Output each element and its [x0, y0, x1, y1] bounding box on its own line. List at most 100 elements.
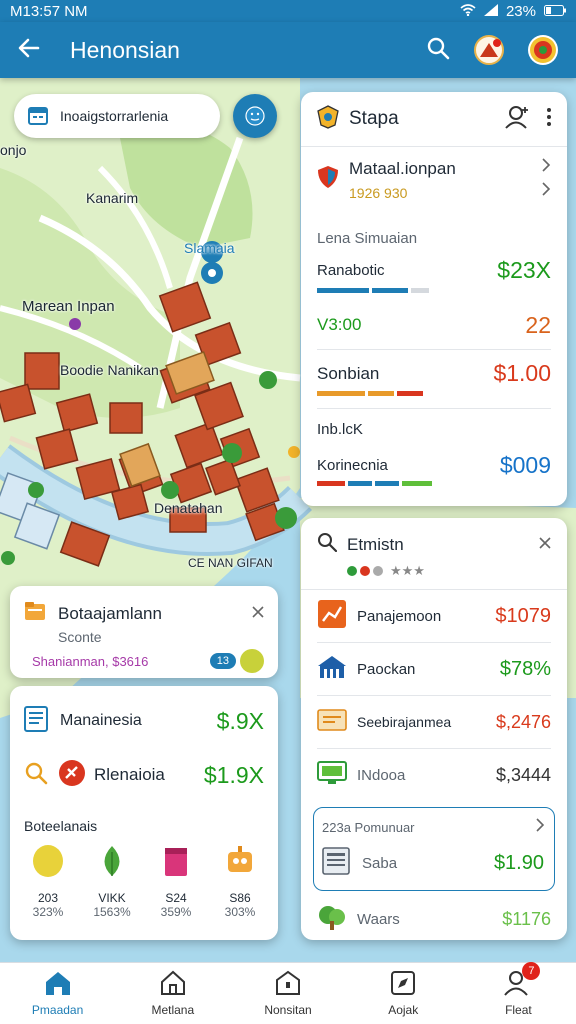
status-bar: M13:57 NM 23% [0, 0, 576, 22]
stapa-row-label: Sonbian [317, 363, 380, 383]
compass-icon [390, 970, 416, 999]
nav-metlana[interactable]: Metlana [115, 963, 230, 1024]
leaf-icon [95, 844, 129, 883]
document-icon [24, 705, 48, 737]
box-icon [159, 844, 193, 883]
etmistn-item-label: Paockan [357, 660, 416, 678]
map-label: Denatahan [154, 500, 223, 516]
highlighted-item-label: Saba [362, 855, 398, 872]
stapa-row-value: 22 [525, 311, 551, 338]
settings-flower-icon[interactable] [528, 35, 558, 65]
map-label: Slamaia [184, 240, 235, 256]
chart-icon [317, 599, 347, 634]
stat-value: 323% [32, 905, 64, 919]
map-search-field[interactable]: Inoaigstorrarlenia [14, 94, 220, 138]
etmistn-item[interactable]: Seebirajanmea $,2476 [301, 696, 567, 748]
highlighted-item[interactable]: 223a Pomunuar Saba $1.90 [313, 807, 555, 891]
stat-value: 359% [160, 905, 192, 919]
nav-label: Fleat [505, 1003, 532, 1017]
stat-tile[interactable]: S24 359% [148, 844, 204, 919]
search-icon[interactable] [426, 36, 450, 65]
stapa-row[interactable]: Ranabotic $23X [301, 247, 567, 293]
etmistn-item-label: Seebirajanmea [357, 714, 452, 730]
etmistn-item[interactable]: INdooa $,3444 [301, 749, 567, 801]
etmistn-item[interactable]: Waars $1176 [301, 891, 567, 936]
stapa-card-title: Stapa [349, 108, 399, 129]
stapa-item[interactable]: Mataal.ionpan 1926 930 [301, 147, 567, 202]
map-label: onjo [0, 142, 27, 158]
nav-fleat[interactable]: 7 Fleat [461, 962, 576, 1024]
etmistn-item-value: $,3444 [495, 764, 551, 785]
search-icon[interactable] [317, 532, 338, 557]
summary-row-label: Manainesia [60, 712, 142, 729]
summary-row-value: $.9X [216, 707, 264, 734]
wifi-icon [460, 3, 476, 20]
count-badge: 13 [209, 653, 236, 669]
chevron-right-icon[interactable] [541, 157, 551, 202]
more-options-icon[interactable] [547, 107, 551, 131]
stapa-section-title: Lena Simuaian [317, 230, 418, 247]
nav-label: Metlana [151, 1003, 195, 1017]
chevron-right-icon[interactable] [536, 818, 545, 837]
nav-home[interactable]: Pmaadan [0, 963, 115, 1024]
house-outline-icon [160, 970, 186, 999]
stapa-item-title: Mataal.ionpan [349, 158, 456, 178]
shield-icon [317, 165, 339, 194]
ticket-icon [317, 708, 347, 736]
monitor-icon [317, 760, 347, 790]
stapa-row-label: V3:00 [317, 315, 362, 334]
stapa-row-label: Ranabotic [317, 262, 385, 279]
map-search-text: Inoaigstorrarlenia [60, 108, 169, 124]
map-label: Kanarim [86, 190, 139, 206]
info-card-link[interactable]: Shanianman, $3616 [32, 654, 148, 669]
profile-badge-icon[interactable] [474, 35, 504, 65]
highlighted-item-title: 223a Pomunuar [322, 820, 415, 835]
etmistn-item-label: Panajemoon [357, 607, 442, 625]
etmistn-item-label: Waars [357, 911, 400, 928]
stapa-card: Stapa Mataal.ionpan 1926 930 Lena Simuai… [301, 92, 567, 506]
battery-level: 23% [505, 2, 536, 20]
summary-row[interactable]: Rlenaioia $1.9X [10, 740, 278, 796]
stapa-row[interactable]: V3:00 22 [301, 293, 567, 341]
home-icon [44, 970, 72, 999]
stapa-row[interactable]: Korinecnia $009 [301, 438, 567, 486]
badge-logo-icon [317, 104, 339, 134]
stapa-row[interactable]: Sonbian $1.00 [301, 350, 567, 396]
battery-icon [544, 3, 566, 20]
map-label: CE NAN GIFAN [188, 556, 273, 570]
bottom-nav: Pmaadan Metlana Nonsitan Aojak 7 Fleat [0, 962, 576, 1024]
add-user-icon[interactable] [505, 105, 531, 134]
stat-tile[interactable]: VIKK 1563% [84, 844, 140, 919]
stat-label: S86 [229, 891, 251, 905]
close-icon[interactable] [252, 605, 264, 623]
etmistn-item-value: $78% [499, 657, 551, 680]
highlighted-item-value: $1.90 [493, 852, 544, 874]
etmistn-item-value: $,2476 [495, 711, 551, 732]
status-dot-icon [240, 649, 264, 673]
stapa-row-label: Inb.lcK [317, 421, 363, 438]
stat-value: 1563% [93, 905, 131, 919]
stat-value: 303% [224, 905, 256, 919]
calendar-icon [28, 105, 48, 128]
nav-nonsitan[interactable]: Nonsitan [230, 963, 345, 1024]
summary-row-value: $1.9X [203, 761, 264, 788]
lemon-icon [31, 844, 65, 883]
stapa-row-value: $23X [497, 257, 551, 283]
back-arrow-icon[interactable] [18, 38, 40, 63]
stat-tile[interactable]: 203 323% [20, 844, 76, 919]
info-card[interactable]: Botaajamlann Sconte Shanianman, $3616 13 [10, 586, 278, 678]
map-label: Marean Inpan [22, 298, 115, 315]
notification-badge: 7 [522, 962, 541, 980]
building-icon [275, 970, 301, 999]
locate-button[interactable] [233, 94, 277, 138]
etmistn-item[interactable]: Panajemoon $1079 [301, 590, 567, 642]
summary-row[interactable]: Manainesia $.9X [10, 686, 278, 740]
stat-tile[interactable]: S86 303% [212, 844, 268, 919]
info-card-title: Botaajamlann [58, 603, 162, 623]
tag-icon [58, 759, 86, 792]
close-icon[interactable] [539, 536, 551, 554]
progress-bar [317, 391, 551, 396]
progress-bar [317, 481, 551, 486]
etmistn-item[interactable]: Paockan $78% [301, 643, 567, 695]
nav-aojak[interactable]: Aojak [346, 963, 461, 1024]
